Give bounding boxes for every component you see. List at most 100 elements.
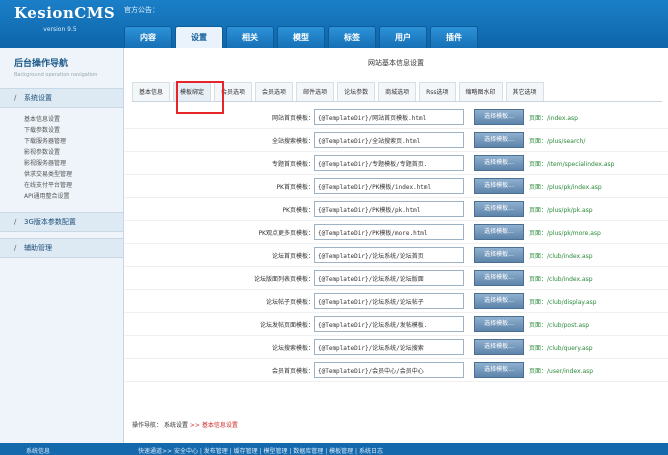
version-label: version 9.5	[43, 26, 77, 33]
page-path-label: 页面：/club/query.asp	[529, 345, 593, 352]
tab-related[interactable]: 相关	[226, 26, 274, 48]
choose-template-button[interactable]: 选择模板...	[474, 201, 524, 217]
choose-template-button[interactable]: 选择模板...	[474, 293, 524, 309]
sidebar-item-api-integration[interactable]: API通用整合设置	[24, 191, 123, 202]
subtab-thumbnail-watermark[interactable]: 缩略图水印	[458, 82, 503, 101]
field-label: 论坛发帖页面模板：	[259, 322, 314, 329]
footer-bar: 系统信息 快速通道>> 安全中心 | 发布管理 | 缓存管理 | 模型管理 | …	[0, 443, 668, 455]
tab-settings[interactable]: 设置	[175, 26, 223, 48]
template-path-input[interactable]	[314, 293, 464, 309]
form-row-member-home: 会员首页模板： 选择模板... 页面：/user/index.asp	[124, 359, 668, 382]
choose-template-button[interactable]: 选择模板...	[474, 247, 524, 263]
choose-template-button[interactable]: 选择模板...	[474, 316, 524, 332]
form-row-site-search: 全站搜索模板： 选择模板... 页面：/plus/search/	[124, 129, 668, 152]
page-path-label: 页面：/user/index.asp	[529, 368, 594, 375]
page-path-label: 页面：/plus/pk/pk.asp	[529, 207, 593, 214]
sidebar-header: 后台操作导航 Background operation navigation	[0, 48, 123, 82]
template-path-input[interactable]	[314, 109, 464, 125]
form-row-pk-page: PK页模板： 选择模板... 页面：/plus/pk/pk.asp	[124, 198, 668, 221]
field-label: 全站搜索模板：	[271, 138, 314, 145]
page-path-label: 页面：/club/index.asp	[529, 276, 593, 283]
template-path-input[interactable]	[314, 339, 464, 355]
form-row-forum-board-list: 论坛版面列表页模板： 选择模板... 页面：/club/index.asp	[124, 267, 668, 290]
page-path-label: 页面：/club/index.asp	[529, 253, 593, 260]
notice-label: 官方公告：	[124, 6, 159, 14]
choose-template-button[interactable]: 选择模板...	[474, 178, 524, 194]
sidebar-item-basic-info[interactable]: 基本信息设置	[24, 114, 123, 125]
page-path-label: 页面：/club/display.asp	[529, 299, 597, 306]
main-panel: 网站基本信息设置 基本信息 模板绑定 会员选项 会员选项 邮件选项 论坛参数 商…	[124, 48, 668, 443]
form-row-pk-more: PK观点更多页模板： 选择模板... 页面：/plus/pk/more.asp	[124, 221, 668, 244]
subtab-shop-options[interactable]: 商城选项	[378, 82, 417, 101]
sidebar-item-video-servers[interactable]: 影视服务器管理	[24, 158, 123, 169]
sidebar-title: 后台操作导航	[14, 59, 69, 69]
logo-text: KesionCMS	[14, 4, 116, 22]
form-row-special-home: 专题首页模板： 选择模板... 页面：/item/specialindex.as…	[124, 152, 668, 175]
sidebar-subtitle: Background operation navigation	[14, 72, 98, 78]
sidebar-section-aux-management[interactable]: ∕ 辅助管理	[0, 238, 123, 258]
template-path-input[interactable]	[314, 201, 464, 217]
subtab-rss-options[interactable]: Rss选项	[419, 82, 456, 101]
page-path-label: 页面：/club/post.asp	[529, 322, 590, 329]
template-path-input[interactable]	[314, 362, 464, 378]
tab-plugins[interactable]: 插件	[430, 26, 478, 48]
tab-models[interactable]: 模型	[277, 26, 325, 48]
sidebar-item-trade-types[interactable]: 供求交易类型管理	[24, 169, 123, 180]
sidebar-section-label: 辅助管理	[24, 244, 52, 252]
sidebar-section-label: 系统设置	[24, 94, 52, 102]
field-label: PK观点更多页模板：	[258, 230, 314, 237]
sidebar-section-label: 3G版本参数配置	[24, 218, 76, 226]
template-settings-form: 网站首页模板： 选择模板... 页面：/index.asp 全站搜索模板： 选择…	[124, 106, 668, 382]
pencil-icon: ∕	[14, 218, 17, 226]
logo: KesionCMS version 9.5	[14, 4, 116, 33]
sidebar-section-system-settings[interactable]: ∕ 系统设置	[0, 88, 123, 108]
sidebar: 后台操作导航 Background operation navigation ∕…	[0, 48, 124, 443]
form-row-forum-home: 论坛首页模板： 选择模板... 页面：/club/index.asp	[124, 244, 668, 267]
page-path-label: 页面：/index.asp	[529, 115, 578, 122]
subtab-basic-info[interactable]: 基本信息	[132, 82, 171, 101]
template-path-input[interactable]	[314, 132, 464, 148]
choose-template-button[interactable]: 选择模板...	[474, 132, 524, 148]
pencil-icon: ∕	[14, 244, 17, 252]
footer-system-info[interactable]: 系统信息	[26, 446, 50, 455]
template-path-input[interactable]	[314, 247, 464, 263]
sidebar-item-download-params[interactable]: 下载参数设置	[24, 125, 123, 136]
footer-quick-links[interactable]: 快速通道>> 安全中心 | 发布管理 | 缓存管理 | 模型管理 | 数据库管理…	[138, 446, 383, 455]
template-path-input[interactable]	[314, 155, 464, 171]
field-label: 会员首页模板：	[271, 368, 314, 375]
breadcrumb: 操作导航： 系统设置 >> 基本信息设置	[132, 420, 238, 429]
sidebar-item-download-servers[interactable]: 下载服务器管理	[24, 136, 123, 147]
subtab-mail-options[interactable]: 邮件选项	[296, 82, 335, 101]
choose-template-button[interactable]: 选择模板...	[474, 224, 524, 240]
choose-template-button[interactable]: 选择模板...	[474, 362, 524, 378]
choose-template-button[interactable]: 选择模板...	[474, 339, 524, 355]
subtab-other-options[interactable]: 其它选项	[505, 82, 544, 101]
template-path-input[interactable]	[314, 316, 464, 332]
sidebar-item-payment-platforms[interactable]: 在线支付平台管理	[24, 180, 123, 191]
subtab-forum-params[interactable]: 论坛参数	[337, 82, 376, 101]
pencil-icon: ∕	[14, 94, 17, 102]
tab-content[interactable]: 内容	[124, 26, 172, 48]
template-path-input[interactable]	[314, 178, 464, 194]
form-row-pk-home: PK首页模板： 选择模板... 页面：/plus/pk/index.asp	[124, 175, 668, 198]
choose-template-button[interactable]: 选择模板...	[474, 109, 524, 125]
sidebar-section-3g-config[interactable]: ∕ 3G版本参数配置	[0, 212, 123, 232]
field-label: 论坛搜索模板：	[271, 345, 314, 352]
subtab-member-options-2[interactable]: 会员选项	[255, 82, 294, 101]
breadcrumb-current: 基本信息设置	[201, 422, 238, 429]
template-path-input[interactable]	[314, 224, 464, 240]
form-row-forum-post-view: 论坛帖子页模板： 选择模板... 页面：/club/display.asp	[124, 290, 668, 313]
choose-template-button[interactable]: 选择模板...	[474, 270, 524, 286]
tab-users[interactable]: 用户	[379, 26, 427, 48]
header-bar: KesionCMS version 9.5 官方公告： 内容 设置 相关 模型 …	[0, 0, 668, 48]
form-row-forum-new-post: 论坛发帖页面模板： 选择模板... 页面：/club/post.asp	[124, 313, 668, 336]
tab-tags[interactable]: 标签	[328, 26, 376, 48]
choose-template-button[interactable]: 选择模板...	[474, 155, 524, 171]
breadcrumb-link[interactable]: 系统设置	[164, 422, 188, 429]
field-label: 论坛首页模板：	[271, 253, 314, 260]
field-label: PK首页模板：	[276, 184, 314, 191]
form-row-site-home: 网站首页模板： 选择模板... 页面：/index.asp	[124, 106, 668, 129]
template-path-input[interactable]	[314, 270, 464, 286]
field-label: 网站首页模板：	[271, 115, 314, 122]
sidebar-item-video-params[interactable]: 影视参数设置	[24, 147, 123, 158]
